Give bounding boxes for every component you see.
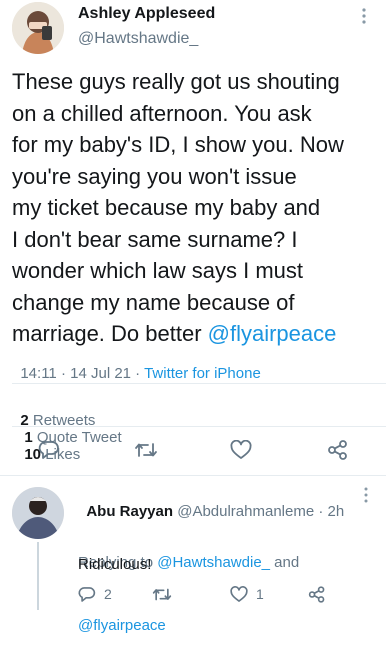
- tweet-text: These guys really got us shouting on a c…: [12, 66, 384, 350]
- tweet-stats: 2 Retweets 1 Quote Tweet 10 Likes: [12, 395, 121, 463]
- reply-share-icon[interactable]: [308, 586, 326, 603]
- avatar-illustration: [12, 2, 64, 54]
- reply-like-count: 1: [256, 586, 264, 602]
- reply-icon[interactable]: [38, 440, 60, 460]
- tweet-text-line: you're saying you won't issue: [12, 163, 297, 189]
- tweet-text-line: I don't bear same surname? I: [12, 226, 298, 252]
- replying-and: and: [270, 554, 300, 571]
- replying-to-user2[interactable]: @flyairpeace: [78, 615, 299, 636]
- author-avatar[interactable]: [12, 2, 64, 54]
- quotes-count: 1: [24, 429, 33, 446]
- reply-avatar-illustration: [12, 487, 64, 539]
- tweet-time[interactable]: 14:11: [20, 365, 56, 382]
- author-name[interactable]: Ashley Appleseed: [78, 5, 215, 23]
- divider: [0, 475, 386, 476]
- tweet-text-line-last: marriage. Do better @flyairpeace: [12, 318, 384, 350]
- tweet-meta: 14:11 · 14 Jul 21 · Twitter for iPhone: [12, 348, 261, 382]
- reply-text: Ridiculous!: [78, 556, 152, 573]
- reply-retweet-icon[interactable]: [152, 586, 172, 603]
- tweet-text-line: change my name because of: [12, 289, 295, 315]
- replying-to-user1[interactable]: @Hawtshawdie_: [157, 554, 270, 571]
- tweet-date[interactable]: 14 Jul 21: [70, 365, 131, 382]
- meta-separator: ·: [131, 365, 145, 382]
- tweet-text-line: wonder which law says I must: [12, 258, 303, 283]
- reply-author-avatar[interactable]: [12, 487, 64, 539]
- reply-like-icon[interactable]: [230, 586, 248, 603]
- more-icon[interactable]: [358, 6, 370, 26]
- mention-link[interactable]: @flyairpeace: [208, 321, 337, 346]
- reply-time[interactable]: 2h: [328, 503, 345, 520]
- reply-reply-icon[interactable]: [78, 586, 96, 603]
- tweet-text-line: for my baby's ID, I show you. Now: [12, 132, 344, 157]
- divider: [12, 426, 386, 427]
- tweet-text-segment: marriage. Do better: [12, 321, 208, 346]
- tweet-text-line: These guys really got us shouting: [12, 69, 340, 94]
- divider: [12, 383, 386, 384]
- reply-reply-count: 2: [104, 586, 112, 602]
- tweet-text-line: on a chilled afternoon. You ask: [12, 100, 312, 126]
- tweet-source-link[interactable]: Twitter for iPhone: [144, 365, 261, 382]
- like-icon[interactable]: [230, 440, 252, 460]
- tweet-text-line: my ticket because my baby and: [12, 195, 321, 220]
- meta-separator: ·: [314, 503, 328, 520]
- author-handle[interactable]: @Hawtshawdie_: [78, 30, 198, 48]
- share-icon[interactable]: [327, 440, 349, 460]
- replying-to: Replying to @Hawtshawdie_ and @flyairpea…: [78, 510, 299, 657]
- meta-separator: ·: [56, 365, 71, 382]
- thread-line: [37, 542, 39, 610]
- retweet-icon[interactable]: [134, 440, 158, 460]
- reply-more-icon[interactable]: [360, 486, 372, 504]
